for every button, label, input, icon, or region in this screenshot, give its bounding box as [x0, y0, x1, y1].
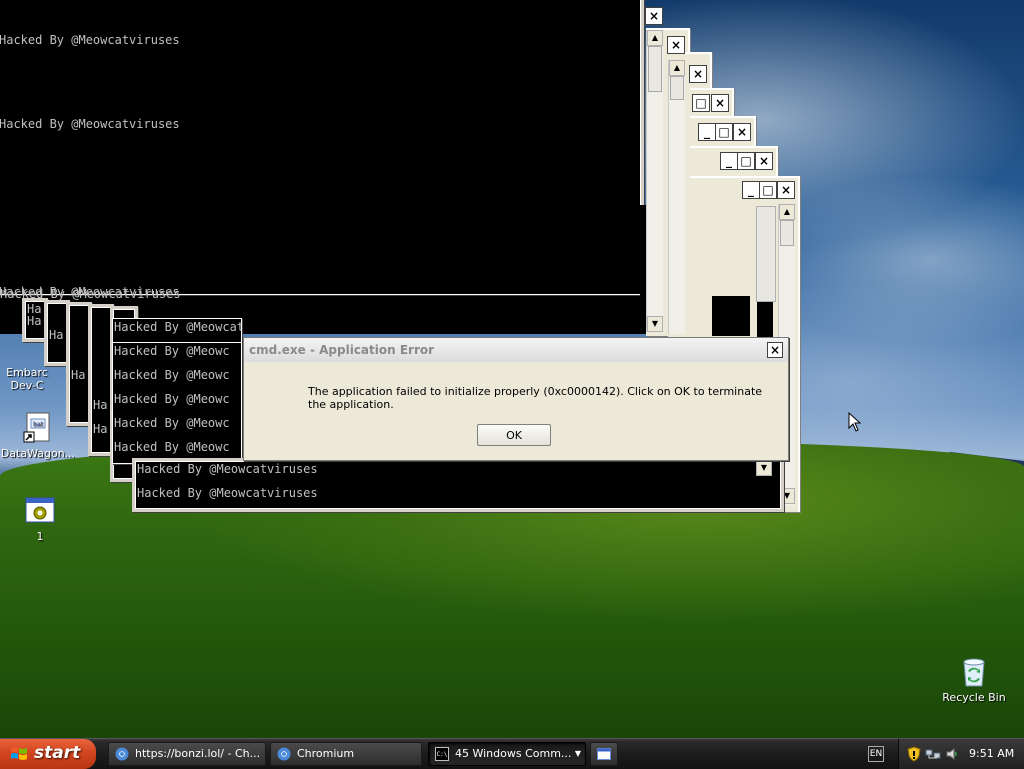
- chromium-icon: [115, 747, 129, 761]
- desktop-icon-embarcadero[interactable]: Embarc Dev-C: [2, 366, 52, 392]
- console-line: Ha: [93, 422, 108, 436]
- network-icon[interactable]: [925, 747, 941, 761]
- close-icon[interactable]: ×: [667, 36, 685, 54]
- recycle-bin-icon: [958, 656, 990, 688]
- console-line: Hacked By @Meowcatviruses: [0, 117, 180, 131]
- desktop-icon-recycle-bin[interactable]: Recycle Bin: [936, 656, 1012, 704]
- scroll-thumb[interactable]: [648, 46, 662, 92]
- task-label: https://bonzi.lol/ - Ch...: [135, 747, 261, 760]
- console-line: Ha: [71, 368, 86, 382]
- console-line: Hacked By @Meowcatviruses: [114, 320, 242, 334]
- close-icon[interactable]: ×: [733, 123, 751, 141]
- desktop-icon-label: DataWagon...: [0, 447, 76, 460]
- desktop-icon-label: 1: [36, 530, 44, 543]
- cmd-icon: C:\: [435, 747, 449, 761]
- minimize-icon[interactable]: _: [720, 152, 738, 170]
- maximize-icon[interactable]: □: [737, 152, 755, 170]
- close-icon[interactable]: ×: [767, 342, 783, 358]
- ok-button[interactable]: OK: [477, 424, 551, 446]
- console-line: Ha: [93, 398, 108, 412]
- speaker-icon[interactable]: [945, 747, 959, 761]
- console-window[interactable]: Hacked By @Meowc Hacked By @Meowc Hacked…: [112, 342, 242, 464]
- window-icon: [597, 748, 611, 760]
- scroll-down-button[interactable]: ▼: [756, 460, 772, 476]
- scroll-up-button[interactable]: ▲: [779, 204, 795, 220]
- scroll-track: [756, 206, 776, 302]
- close-icon[interactable]: ×: [689, 65, 707, 83]
- console-fragment: [712, 296, 750, 336]
- task-button-chromium[interactable]: Chromium: [270, 742, 422, 766]
- console-line: Hacked By @Meowc: [114, 392, 230, 406]
- shortcut-file-icon: bat: [22, 412, 54, 444]
- chevron-down-icon: ▼: [574, 749, 581, 758]
- start-label: start: [34, 743, 81, 763]
- clock[interactable]: 9:51 AM: [969, 747, 1014, 760]
- console-window-bottom[interactable]: Hacked By @Meowcatviruses Hacked By @Meo…: [132, 458, 784, 512]
- task-button-windows-command[interactable]: C:\ 45 Windows Comm... ▼: [428, 742, 586, 766]
- scroll-up-button[interactable]: ▲: [647, 30, 663, 46]
- task-label: 45 Windows Comm...: [455, 747, 572, 760]
- dialog-titlebar[interactable]: cmd.exe - Application Error ×: [244, 338, 788, 362]
- svg-text:bat: bat: [33, 421, 43, 428]
- scroll-thumb[interactable]: [780, 220, 794, 246]
- svg-text:C:\: C:\: [437, 751, 448, 758]
- console-fragment: [757, 301, 773, 337]
- maximize-icon[interactable]: □: [759, 181, 777, 199]
- close-icon[interactable]: ×: [645, 7, 663, 25]
- chromium-icon: [277, 747, 291, 761]
- dialog-title: cmd.exe - Application Error: [249, 343, 435, 357]
- minimize-icon[interactable]: _: [742, 181, 760, 199]
- desktop-icon-datawagon[interactable]: bat DataWagon...: [0, 412, 76, 460]
- console-line: Ha: [27, 314, 42, 328]
- console-line: Hacked By @Meowc: [114, 368, 230, 382]
- program-icon: [24, 495, 56, 527]
- task-button-bonzi[interactable]: https://bonzi.lol/ - Ch...: [108, 742, 266, 766]
- mouse-cursor-icon: [848, 412, 862, 432]
- start-button[interactable]: start: [0, 739, 96, 769]
- taskbar: start https://bonzi.lol/ - Ch... Chromiu…: [0, 738, 1024, 769]
- close-icon[interactable]: ×: [711, 94, 729, 112]
- console-line: Hacked By @Meowcatviruses: [0, 33, 180, 47]
- system-tray: 9:51 AM: [898, 739, 1024, 769]
- task-label: Chromium: [297, 747, 355, 760]
- scrollbar[interactable]: ▲: [668, 60, 685, 334]
- desktop-icon-label: Embarc Dev-C: [6, 366, 48, 392]
- application-error-dialog: cmd.exe - Application Error × The applic…: [243, 337, 789, 461]
- scroll-up-button[interactable]: ▲: [669, 60, 685, 76]
- close-icon[interactable]: ×: [777, 181, 795, 199]
- language-indicator[interactable]: EN: [868, 746, 884, 762]
- desktop-icon-1[interactable]: 1: [2, 495, 78, 543]
- scroll-down-button[interactable]: ▼: [647, 316, 663, 332]
- language-label: EN: [869, 749, 883, 759]
- maximize-icon[interactable]: □: [715, 123, 733, 141]
- console-line: Hacked By @Meowc: [114, 344, 230, 358]
- windows-flag-icon: [11, 747, 27, 760]
- console-line: Hacked By @Meowcatviruses: [137, 462, 318, 476]
- maximize-icon[interactable]: □: [692, 94, 710, 112]
- scrollbar[interactable]: ▲ ▼: [646, 30, 663, 332]
- security-shield-icon[interactable]: [907, 746, 921, 762]
- desktop-icon-label: Recycle Bin: [942, 691, 1006, 704]
- dialog-message: The application failed to initialize pro…: [308, 385, 763, 411]
- console-line: Ha: [49, 328, 64, 342]
- console-window-main[interactable]: Hacked By @Meowcatviruses Hacked By @Meo…: [0, 0, 644, 295]
- console-line: Hacked By @Meowc: [114, 416, 230, 430]
- console-line: Hacked By @Meowc: [114, 440, 230, 454]
- scroll-thumb[interactable]: [670, 76, 684, 100]
- task-button-window[interactable]: [590, 742, 618, 766]
- close-icon[interactable]: ×: [755, 152, 773, 170]
- console-line: Hacked By @Meowcatviruses: [137, 486, 318, 500]
- minimize-icon[interactable]: _: [698, 123, 716, 141]
